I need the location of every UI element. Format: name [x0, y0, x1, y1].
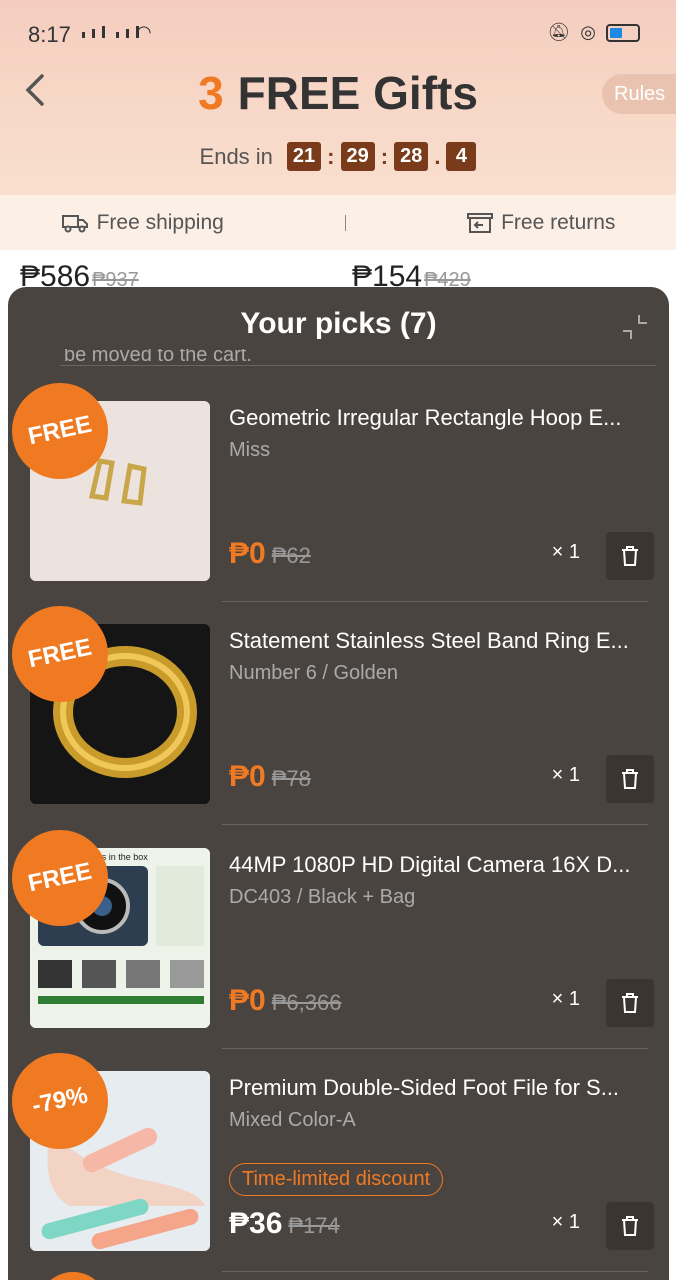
gift-count: 3: [198, 67, 224, 119]
pick-item[interactable]: FREE Geometric Irregular Rectangle Hoop …: [8, 374, 654, 602]
benefit-divider: [344, 214, 346, 231]
item-divider: [222, 1271, 648, 1272]
sheet-title: Your picks (7): [240, 307, 437, 340]
background-product-prices: ₱586 ₱937 ₱154 ₱429: [0, 252, 676, 293]
countdown-separator: .: [434, 143, 441, 169]
countdown-separator: :: [327, 143, 335, 169]
item-price: ₱0: [229, 984, 266, 1017]
countdown-hours: 21: [286, 142, 322, 171]
item-old-price: ₱62: [271, 543, 311, 568]
item-title[interactable]: Geometric Irregular Rectangle Hoop E...: [229, 405, 649, 431]
free-returns: Free returns: [467, 211, 615, 235]
countdown-seconds: 28: [394, 142, 429, 171]
item-old-price: ₱6,366: [271, 990, 342, 1015]
countdown-timer: Ends in 21 : 29 : 28 . 4: [0, 142, 676, 171]
truck-icon: [61, 214, 88, 232]
trash-icon: [622, 1216, 638, 1236]
delete-button[interactable]: [606, 532, 654, 580]
return-box-icon: [467, 212, 494, 233]
item-quantity: × 1: [551, 764, 580, 786]
next-item-badge-partial: [38, 1272, 108, 1280]
status-icons: 🔕︎ ◎: [547, 22, 640, 43]
sheet-divider: [60, 365, 656, 366]
free-shipping-label: Free shipping: [96, 210, 224, 234]
countdown-separator: :: [380, 143, 389, 169]
item-title[interactable]: 44MP 1080P HD Digital Camera 16X D...: [229, 852, 649, 878]
signal-icon: [82, 26, 140, 38]
pick-item[interactable]: -79% Premium Double-Sided Foot File for …: [8, 1044, 654, 1272]
trash-icon: [622, 769, 638, 789]
mute-bell-icon: 🔕︎: [547, 22, 571, 42]
minimize-icon: [623, 315, 647, 339]
your-picks-sheet: Your picks (7) be moved to the cart. FRE…: [8, 287, 669, 1280]
price-row: ₱36 ₱174: [229, 1207, 340, 1241]
status-bar: 8:17 ◠ 🔕︎ ◎: [0, 0, 676, 60]
page-title: 3 FREE Gifts: [0, 66, 676, 120]
wifi-icon: ◠: [136, 22, 152, 42]
item-title[interactable]: Statement Stainless Steel Band Ring E...: [229, 628, 649, 654]
item-quantity: × 1: [551, 988, 580, 1010]
item-old-price: ₱78: [271, 766, 311, 791]
item-variant: Mixed Color-A: [229, 1109, 356, 1131]
price-row: ₱0 ₱6,366: [229, 984, 341, 1018]
item-price: ₱0: [229, 760, 266, 793]
camera-image-caption: 's in the box: [100, 852, 148, 862]
item-price: ₱36: [229, 1207, 283, 1240]
rules-button[interactable]: Rules: [602, 74, 676, 114]
benefits-bar: Free shipping Free returns: [0, 195, 676, 250]
time-limited-tag: Time-limited discount: [229, 1163, 444, 1196]
item-divider: [222, 601, 648, 602]
focus-icon: ◎: [580, 22, 596, 42]
item-variant: Miss: [229, 439, 271, 461]
item-quantity: × 1: [551, 1211, 580, 1233]
free-shipping: Free shipping: [61, 211, 224, 235]
sheet-notice-text: be moved to the cart.: [64, 349, 252, 366]
countdown-minutes: 29: [340, 142, 375, 171]
price-row: ₱0 ₱62: [229, 537, 311, 571]
item-divider: [222, 824, 648, 825]
trash-icon: [622, 993, 638, 1013]
title-text: FREE Gifts: [237, 67, 478, 119]
collapse-icon[interactable]: [621, 313, 649, 347]
price-row: ₱0 ₱78: [229, 760, 311, 794]
trash-icon: [622, 546, 638, 566]
item-price: ₱0: [229, 537, 266, 570]
item-divider: [222, 1048, 648, 1049]
status-time: 8:17: [28, 22, 71, 47]
item-old-price: ₱174: [288, 1213, 340, 1238]
delete-button[interactable]: [606, 755, 654, 803]
countdown-label: Ends in: [199, 143, 273, 169]
battery-icon: [606, 23, 640, 42]
delete-button[interactable]: [606, 979, 654, 1027]
item-variant: DC403 / Black + Bag: [229, 886, 416, 908]
pick-item[interactable]: 's in the box FREE 44MP 1080P HD Digital…: [8, 821, 654, 1049]
item-quantity: × 1: [551, 541, 580, 563]
pick-item[interactable]: FREE Statement Stainless Steel Band Ring…: [8, 597, 654, 825]
countdown-tenths: 4: [446, 142, 477, 171]
item-title[interactable]: Premium Double-Sided Foot File for S...: [229, 1075, 649, 1101]
free-returns-label: Free returns: [501, 210, 616, 234]
delete-button[interactable]: [606, 1202, 654, 1250]
item-variant: Number 6 / Golden: [229, 662, 398, 684]
